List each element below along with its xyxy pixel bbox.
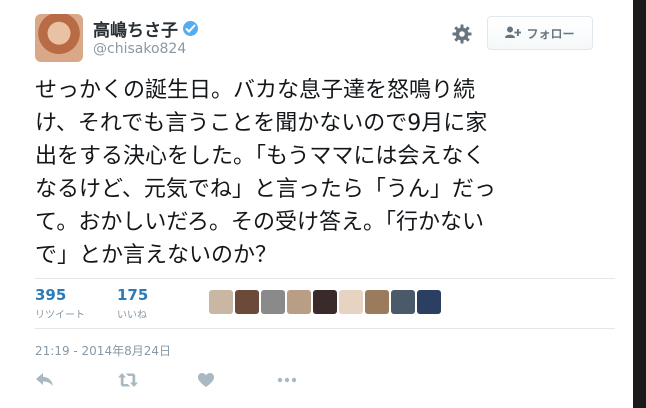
like-stat[interactable]: 175 いいね [117, 286, 148, 321]
display-name[interactable]: 高嶋ちさ子 [93, 16, 178, 41]
add-user-icon [505, 26, 522, 41]
screen-name[interactable]: @chisako824 [93, 41, 186, 57]
like-icon[interactable] [197, 372, 219, 392]
tweet-line: で」とか言えないのか？ [35, 243, 278, 268]
tweet-line: なるけど、元気でね」と言ったら「うん」だっ [35, 177, 496, 202]
window-edge [633, 0, 646, 408]
liker-avatar[interactable] [287, 290, 311, 314]
retweet-stat[interactable]: 395 リツイート [35, 286, 85, 321]
divider [35, 278, 615, 279]
liker-avatar[interactable] [209, 290, 233, 314]
liker-avatar[interactable] [417, 290, 441, 314]
retweet-count: 395 [35, 286, 67, 304]
user-name-row: 高嶋ちさ子 [93, 16, 198, 41]
liker-avatar[interactable] [313, 290, 337, 314]
retweet-icon[interactable] [117, 372, 139, 392]
reply-icon[interactable] [35, 372, 57, 392]
follow-button[interactable]: フォロー [487, 16, 593, 50]
tweet-text: せっかくの誕生日。バカな息子達を怒鳴り続 け、それでも言うことを聞かないので9月… [35, 74, 620, 272]
tweet-line: 出をする決心をした。「もうママには会えなく [35, 144, 486, 169]
verified-badge-icon [183, 21, 198, 36]
timestamp[interactable]: 21:19 - 2014年8月24日 [35, 342, 171, 359]
follow-label: フォロー [526, 26, 575, 41]
liker-avatars [209, 290, 443, 314]
more-icon[interactable] [277, 372, 299, 392]
avatar[interactable] [35, 14, 83, 62]
liker-avatar[interactable] [261, 290, 285, 314]
liker-avatar[interactable] [391, 290, 415, 314]
divider [35, 328, 615, 329]
tweet-line: て。おかしいだろ。その受け答え。「行かない [35, 210, 485, 235]
liker-avatar[interactable] [365, 290, 389, 314]
retweet-label: リツイート [35, 310, 85, 321]
gear-icon[interactable] [452, 24, 472, 44]
like-count: 175 [117, 286, 149, 304]
liker-avatar[interactable] [339, 290, 363, 314]
tweet-line: せっかくの誕生日。バカな息子達を怒鳴り続 [35, 78, 476, 103]
tweet-line: け、それでも言うことを聞かないので9月に家 [35, 111, 488, 136]
like-label: いいね [117, 310, 147, 321]
liker-avatar[interactable] [235, 290, 259, 314]
